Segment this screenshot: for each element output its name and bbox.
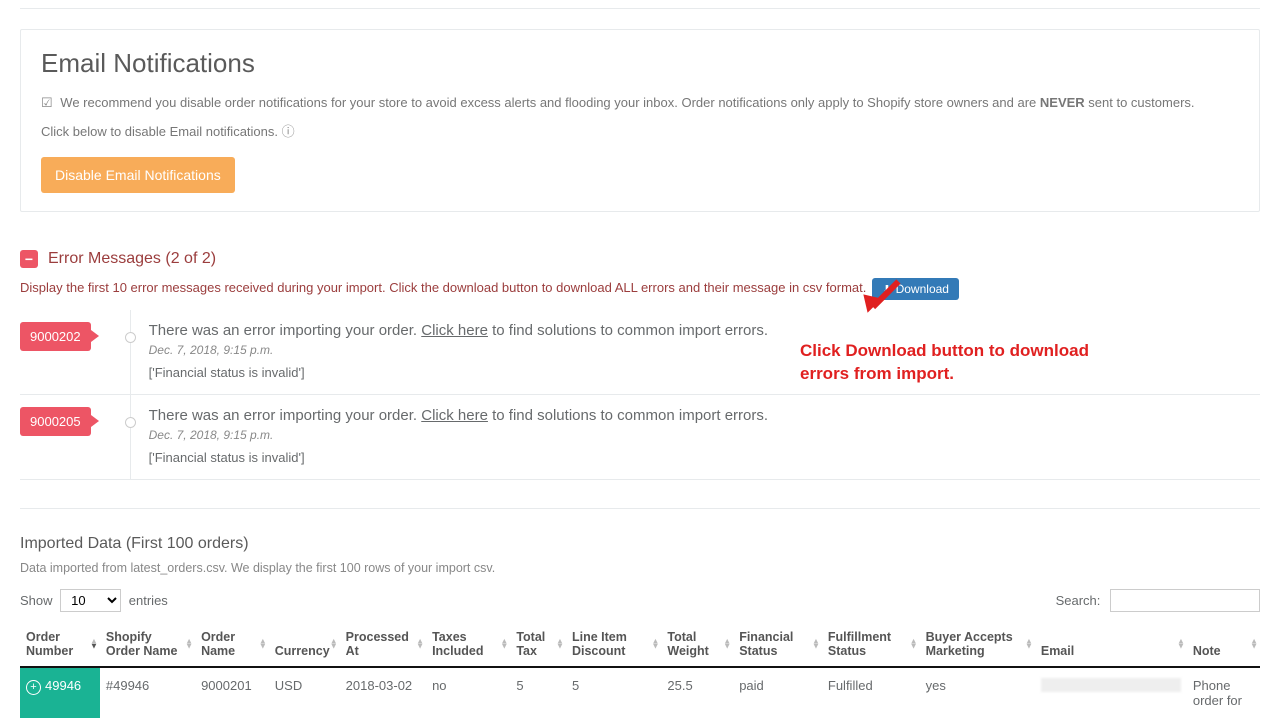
col-taxes-included[interactable]: Taxes Included▲▼ — [426, 622, 510, 667]
error-messages-section: Error Messages (2 of 2) Display the firs… — [20, 236, 1260, 480]
click-here-link[interactable]: Click here — [421, 407, 488, 424]
col-line-item-discount[interactable]: Line Item Discount▲▼ — [566, 622, 661, 667]
search-input[interactable] — [1110, 589, 1260, 612]
sort-icon: ▲▼ — [651, 638, 659, 649]
col-order-name[interactable]: Order Name▲▼ — [195, 622, 269, 667]
col-note[interactable]: Note▲▼ — [1187, 622, 1260, 667]
col-processed-at[interactable]: Processed At▲▼ — [340, 622, 426, 667]
col-email[interactable]: Email▲▼ — [1035, 622, 1187, 667]
check-icon — [41, 95, 57, 110]
page-size-select[interactable]: 10 — [60, 589, 121, 612]
imported-table: Order Number▲▼ Shopify Order Name▲▼ Orde… — [20, 622, 1260, 718]
click-below-text: Click below to disable Email notificatio… — [41, 122, 1239, 143]
sort-icon: ▲▼ — [910, 638, 918, 649]
col-shopify-order-name[interactable]: Shopify Order Name▲▼ — [100, 622, 195, 667]
error-item: 9000202 There was an error importing you… — [20, 310, 1260, 395]
disable-email-button[interactable]: Disable Email Notifications — [41, 157, 235, 193]
sort-icon: ▲▼ — [259, 638, 267, 649]
sort-icon: ▲▼ — [500, 638, 508, 649]
download-icon — [882, 282, 891, 296]
download-button[interactable]: Download — [872, 278, 959, 300]
col-buyer-accepts[interactable]: Buyer Accepts Marketing▲▼ — [920, 622, 1035, 667]
error-detail: ['Financial status is invalid'] — [149, 450, 1260, 465]
sort-icon: ▲▼ — [185, 638, 193, 649]
error-message: There was an error importing your order.… — [149, 407, 1260, 424]
col-total-weight[interactable]: Total Weight▲▼ — [661, 622, 733, 667]
col-fulfillment-status[interactable]: Fulfillment Status▲▼ — [822, 622, 920, 667]
col-currency[interactable]: Currency▲▼ — [269, 622, 340, 667]
email-redacted — [1041, 678, 1181, 692]
expand-icon[interactable]: + — [26, 680, 41, 695]
sort-icon: ▲▼ — [812, 638, 820, 649]
show-entries: Show 10 entries — [20, 589, 168, 612]
imported-desc: Data imported from latest_orders.csv. We… — [20, 561, 1260, 575]
sort-icon: ▲▼ — [1177, 638, 1185, 649]
sort-icon: ▲▼ — [90, 638, 98, 649]
sort-icon: ▲▼ — [330, 638, 338, 649]
col-order-number[interactable]: Order Number▲▼ — [20, 622, 100, 667]
click-here-link[interactable]: Click here — [421, 322, 488, 339]
error-messages-desc: Display the first 10 error messages rece… — [20, 278, 866, 298]
error-message: There was an error importing your order.… — [149, 322, 1260, 339]
error-detail: ['Financial status is invalid'] — [149, 365, 1260, 380]
collapse-icon[interactable] — [20, 250, 38, 268]
search-box: Search: — [1056, 589, 1260, 612]
error-date: Dec. 7, 2018, 9:15 p.m. — [149, 428, 1260, 442]
email-notifications-heading: Email Notifications — [41, 48, 1239, 79]
error-date: Dec. 7, 2018, 9:15 p.m. — [149, 343, 1260, 357]
sort-icon: ▲▼ — [416, 638, 424, 649]
imported-data-section: Imported Data (First 100 orders) Data im… — [20, 535, 1260, 718]
error-badge: 9000205 — [20, 407, 91, 436]
col-financial-status[interactable]: Financial Status▲▼ — [733, 622, 822, 667]
recommend-text: We recommend you disable order notificat… — [41, 93, 1239, 114]
error-messages-title: Error Messages (2 of 2) — [48, 250, 216, 268]
table-row[interactable]: +49946 #49946 9000201 USD 2018-03-02 no … — [20, 667, 1260, 718]
email-notifications-panel: Email Notifications We recommend you dis… — [20, 29, 1260, 212]
error-item: 9000205 There was an error importing you… — [20, 395, 1260, 480]
error-timeline: 9000202 There was an error importing you… — [20, 310, 1260, 480]
sort-icon: ▲▼ — [1250, 638, 1258, 649]
sort-icon: ▲▼ — [556, 638, 564, 649]
error-badge: 9000202 — [20, 322, 91, 351]
col-total-tax[interactable]: Total Tax▲▼ — [510, 622, 566, 667]
info-icon[interactable] — [282, 124, 295, 139]
imported-heading: Imported Data (First 100 orders) — [20, 535, 1260, 553]
sort-icon: ▲▼ — [1025, 638, 1033, 649]
sort-icon: ▲▼ — [723, 638, 731, 649]
